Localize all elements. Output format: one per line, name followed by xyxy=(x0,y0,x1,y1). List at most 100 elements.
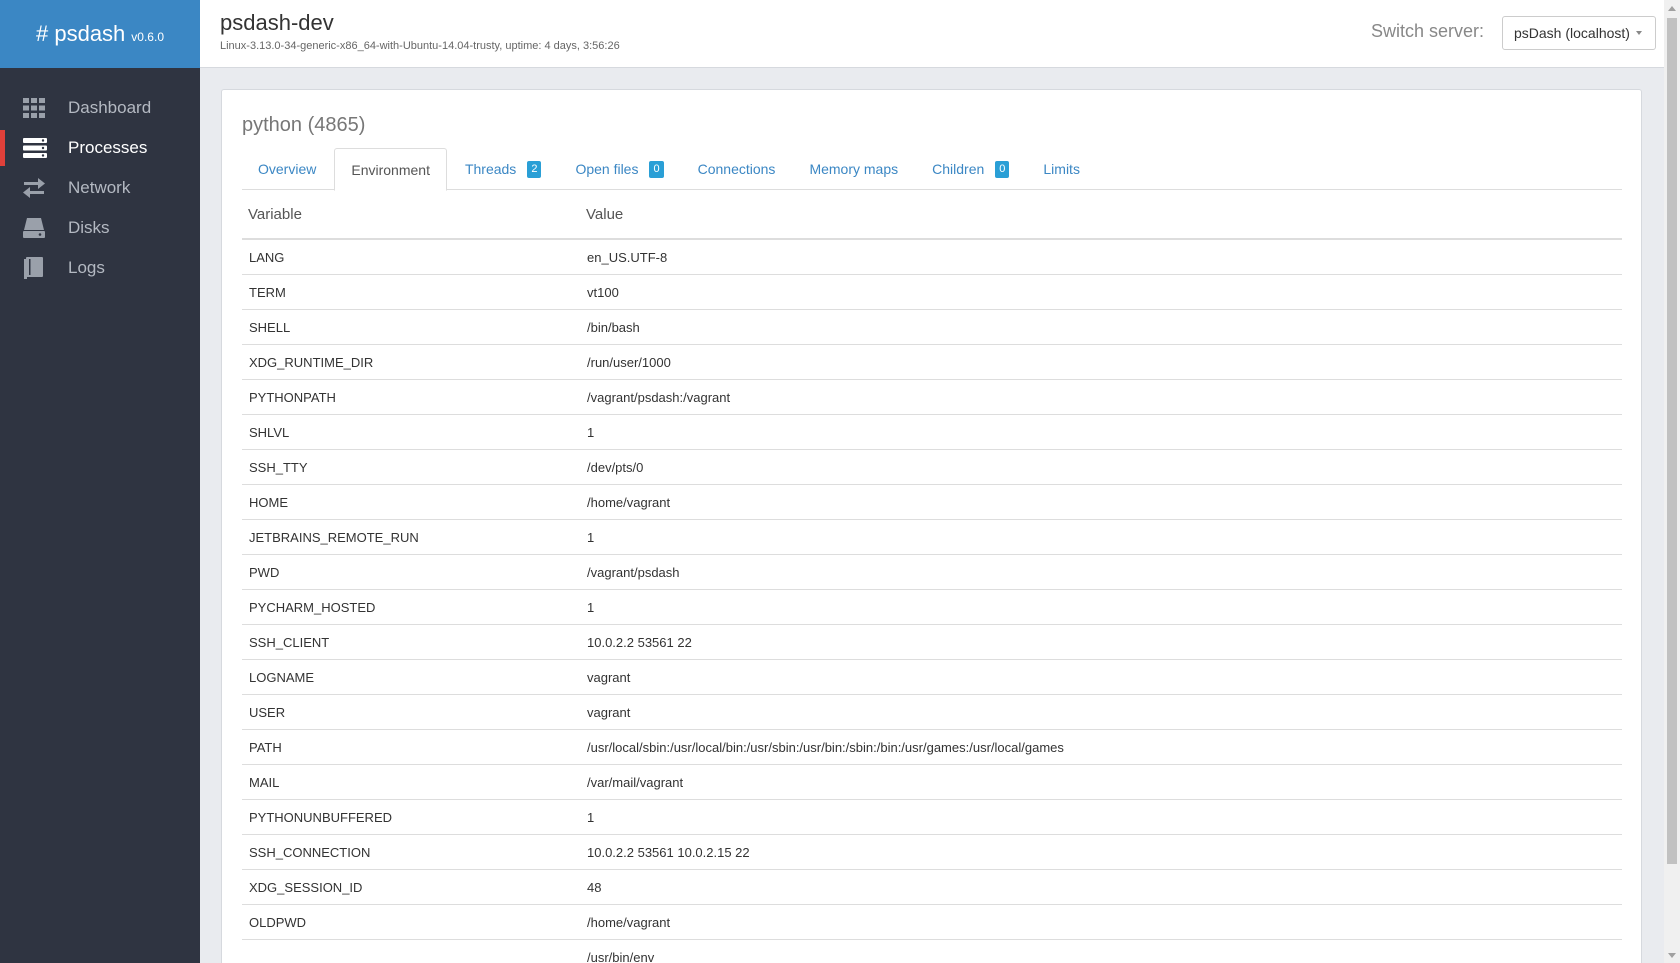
env-variable-name: SSH_CONNECTION xyxy=(249,844,371,860)
env-variable-name: XDG_RUNTIME_DIR xyxy=(249,354,374,370)
table-row: XDG_SESSION_ID 48 xyxy=(242,870,1622,905)
table-row: JETBRAINS_REMOTE_RUN 1 xyxy=(242,520,1622,555)
table-row: SSH_TTY/dev/pts/0 xyxy=(242,450,1622,485)
book-icon xyxy=(22,257,48,279)
env-variable-name: PYTHONUNBUFFERED xyxy=(249,809,393,825)
tab-label: Overview xyxy=(258,161,317,177)
tab-label: Children xyxy=(932,161,985,177)
sidebar-item-label: Logs xyxy=(68,258,105,277)
env-variable-value: 1 xyxy=(587,599,595,615)
env-variable-name: LANG xyxy=(249,249,285,265)
env-variable-value: 10.0.2.2 53561 22 xyxy=(587,634,692,650)
tab-label: Environment xyxy=(351,161,430,178)
table-row: SHLVL 1 xyxy=(242,415,1622,450)
sidebar-item-processes[interactable]: Processes xyxy=(0,128,200,168)
scroll-up-arrow-icon[interactable] xyxy=(1664,0,1680,16)
tab-label: Memory maps xyxy=(809,161,899,177)
env-variable-value: vt100 xyxy=(587,284,619,300)
process-panel: python (4865) Overview Environment Threa… xyxy=(221,89,1642,963)
env-variable-value: /usr/local/sbin:/usr/local/bin:/usr/sbin… xyxy=(587,739,1064,755)
process-title: python (4865) xyxy=(242,114,366,136)
brand[interactable]: # psdash v0.6.0 xyxy=(0,0,200,68)
env-variable-value: 10.0.2.2 53561 10.0.2.15 22 xyxy=(587,844,750,860)
caret-down-icon xyxy=(1635,31,1642,35)
switch-server-value: psDash (localhost) xyxy=(1514,25,1630,41)
sidebar-item-logs[interactable]: Logs xyxy=(0,248,200,288)
grid-icon xyxy=(22,97,48,119)
env-variable-value: /dev/pts/0 xyxy=(587,459,644,475)
env-variable-name: HOME xyxy=(249,494,288,510)
tab-label: Threads xyxy=(464,161,517,177)
env-variable-value: 1 xyxy=(587,529,595,545)
env-variable-name: PATH xyxy=(249,739,282,755)
threads-count-badge: 2 xyxy=(527,160,542,178)
scroll-down-arrow-icon[interactable] xyxy=(1664,947,1680,963)
env-variable-name: JETBRAINS_REMOTE_RUN xyxy=(249,529,419,545)
table-row: PYTHONPATH/vagrant/psdash:/vagrant xyxy=(242,380,1622,415)
env-variable-name: OLDPWD xyxy=(249,914,307,930)
table-header: Variable Value xyxy=(242,190,1622,240)
table-row: SSH_CONNECTION 10.0.2.2 53561 10.0.2.15 2… xyxy=(242,835,1622,870)
switch-server-label: Switch server: xyxy=(1370,21,1484,41)
tab-environment[interactable]: Environment xyxy=(334,148,447,191)
server-icon xyxy=(22,137,48,159)
tab-memory-maps[interactable]: Memory maps xyxy=(793,148,914,190)
open-files-count-badge: 0 xyxy=(649,160,664,178)
tab-threads[interactable]: Threads 2 xyxy=(449,148,557,190)
env-variable-value: /usr/bin/env xyxy=(587,949,655,963)
env-variable-name: SHELL xyxy=(249,319,291,335)
column-header-value: Value xyxy=(586,205,624,223)
column-header-variable: Variable xyxy=(248,205,302,223)
tab-open-files[interactable]: Open files 0 xyxy=(559,148,679,190)
sidebar-nav: Dashboard Processes Network Disks Logs xyxy=(0,88,200,288)
exchange-icon xyxy=(22,177,48,199)
env-variable-name: SHLVL xyxy=(249,424,290,440)
switch-server-dropdown[interactable]: psDash (localhost) xyxy=(1502,16,1656,50)
env-variable-value: /run/user/1000 xyxy=(587,354,671,370)
table-row: TERM vt100 xyxy=(242,275,1622,310)
tab-overview[interactable]: Overview xyxy=(242,148,332,190)
table-row: PYTHONUNBUFFERED 1 xyxy=(242,800,1622,835)
env-variable-value: /home/vagrant xyxy=(587,914,671,930)
table-row: MAIL/var/mail/vagrant xyxy=(242,765,1622,800)
env-variable-value: /var/mail/vagrant xyxy=(587,774,684,790)
env-variable-name: XDG_SESSION_ID xyxy=(249,879,363,895)
env-variable-value: /bin/bash xyxy=(587,319,640,335)
sidebar-item-dashboard[interactable]: Dashboard xyxy=(0,88,200,128)
sidebar-item-network[interactable]: Network xyxy=(0,168,200,208)
env-variable-name: MAIL xyxy=(249,774,280,790)
env-variable-value: 1 xyxy=(587,424,595,440)
env-variable-name: USER xyxy=(249,704,286,720)
tab-label: Connections xyxy=(697,161,776,177)
env-variable-name: PYCHARM_HOSTED xyxy=(249,599,376,615)
table-row: SSH_CLIENT 10.0.2.2 53561 22 xyxy=(242,625,1622,660)
env-variable-value: /vagrant/psdash xyxy=(587,564,680,580)
table-row: /usr/bin/env xyxy=(242,940,1622,963)
top-header: psdash-dev Linux-3.13.0-34-generic-x86_6… xyxy=(200,0,1664,68)
vertical-scrollbar[interactable] xyxy=(1664,0,1680,963)
env-variable-name: TERM xyxy=(249,284,286,300)
process-tabs: Overview Environment Threads 2 Open files… xyxy=(242,148,1622,191)
sidebar-item-label: Disks xyxy=(68,218,110,237)
tab-limits[interactable]: Limits xyxy=(1027,148,1096,190)
table-row: USER vagrant xyxy=(242,695,1622,730)
tab-label: Open files xyxy=(575,161,639,177)
table-row: PATH/usr/local/sbin:/usr/local/bin:/usr/… xyxy=(242,730,1622,765)
tab-connections[interactable]: Connections xyxy=(682,148,792,190)
hdd-icon xyxy=(22,217,48,239)
env-variable-name: PYTHONPATH xyxy=(249,389,336,405)
env-variable-value: 48 xyxy=(587,879,602,895)
sidebar-item-label: Network xyxy=(68,178,131,197)
table-row: XDG_RUNTIME_DIR/run/user/1000 xyxy=(242,345,1622,380)
table-row: OLDPWD/home/vagrant xyxy=(242,905,1622,940)
tab-children[interactable]: Children 0 xyxy=(916,148,1025,190)
brand-name: # psdash xyxy=(36,21,126,46)
env-variable-value: /home/vagrant xyxy=(587,494,671,510)
tab-label: Limits xyxy=(1043,161,1080,177)
sidebar-item-disks[interactable]: Disks xyxy=(0,208,200,248)
table-row: LANG en_US.UTF-8 xyxy=(242,240,1622,275)
sidebar-item-label: Dashboard xyxy=(68,98,152,117)
hostname: psdash-dev xyxy=(220,10,334,35)
scrollbar-thumb[interactable] xyxy=(1667,18,1677,864)
table-row: PWD/vagrant/psdash xyxy=(242,555,1622,590)
